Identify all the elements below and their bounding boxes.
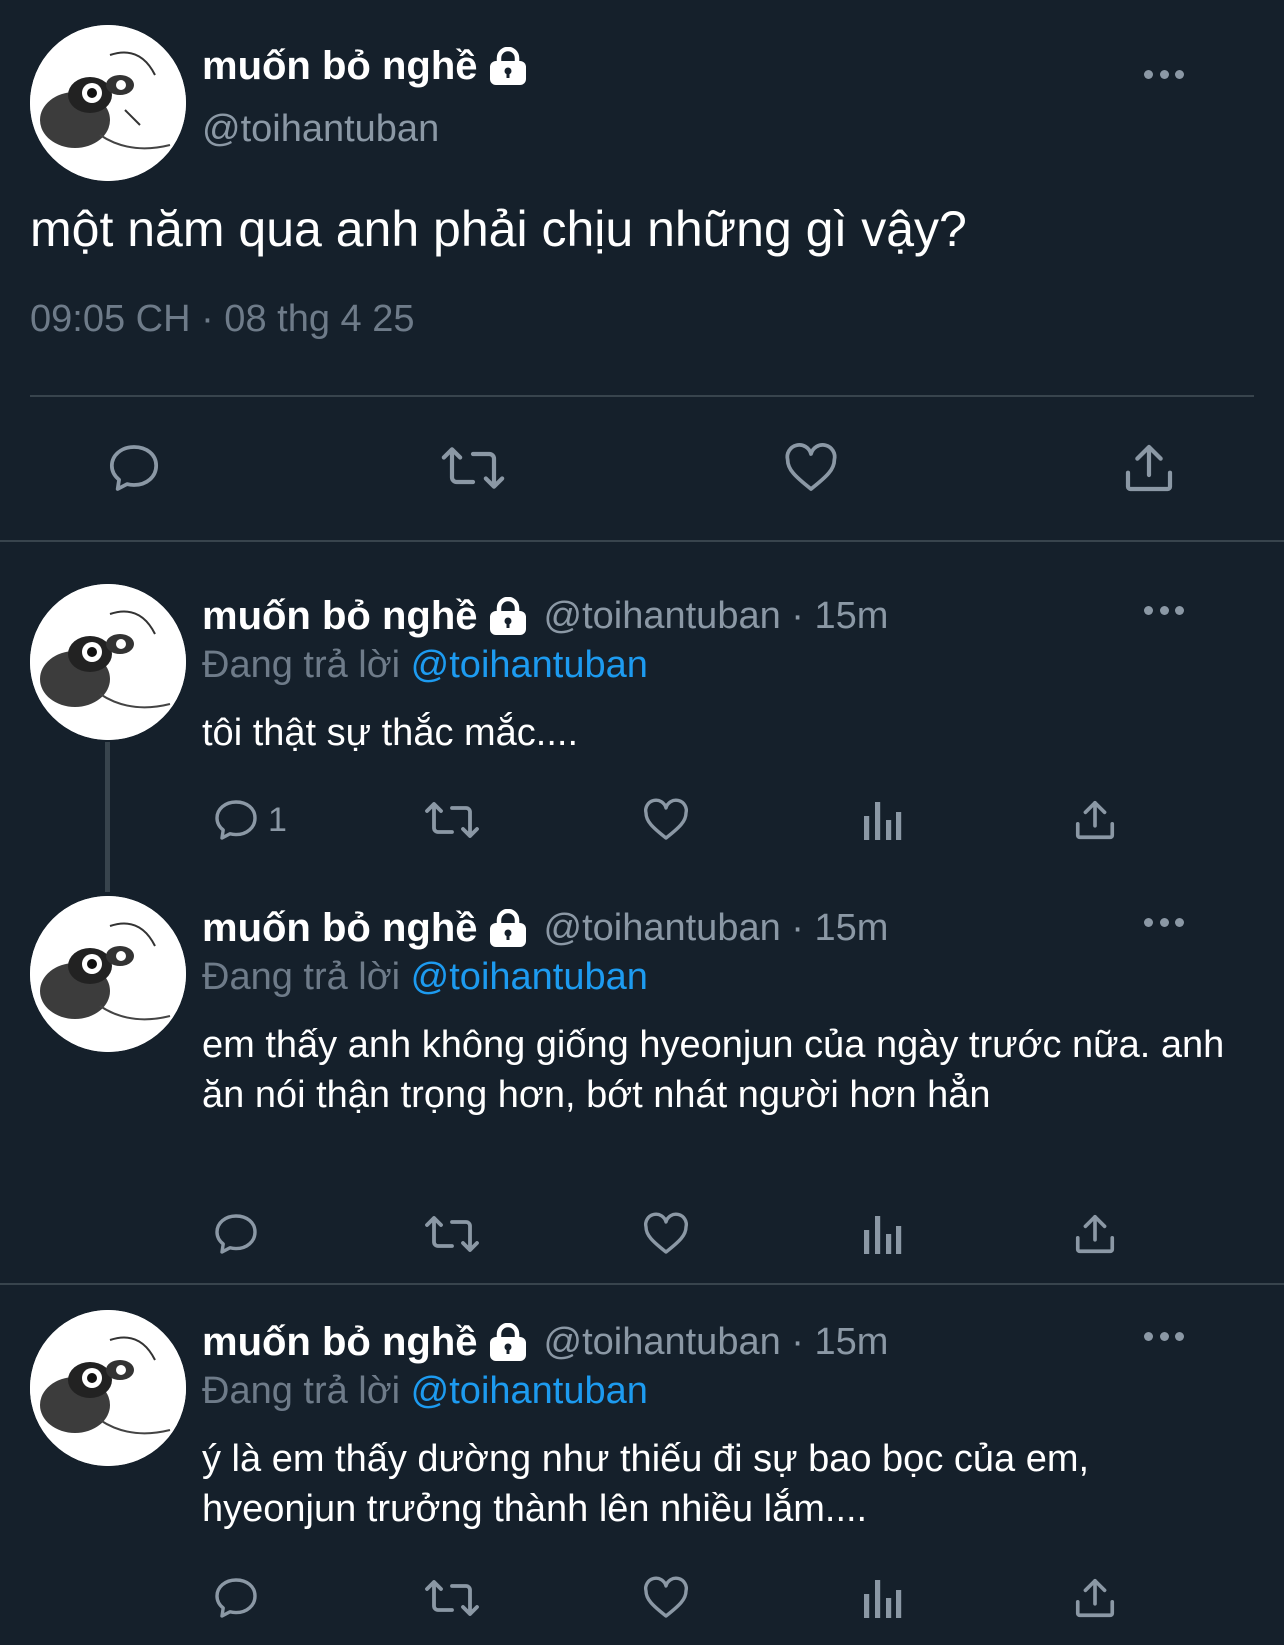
share-icon (1075, 800, 1115, 840)
share-button[interactable] (1072, 1574, 1118, 1622)
tweet-text: ý là em thấy dường như thiếu đi sự bao b… (202, 1438, 1090, 1530)
divider (0, 1283, 1284, 1285)
avatar[interactable] (30, 1310, 186, 1466)
views-button[interactable] (860, 796, 904, 844)
reply-button[interactable] (106, 440, 162, 496)
display-name[interactable]: muốn bỏ nghề (202, 44, 528, 89)
mention-link[interactable]: @toihantuban (411, 1370, 648, 1412)
more-options-icon[interactable] (1144, 68, 1184, 80)
retweet-icon (425, 1580, 479, 1616)
avatar[interactable] (30, 25, 186, 181)
mention-link[interactable]: @toihantuban (411, 956, 648, 998)
divider (30, 395, 1254, 397)
retweet-button[interactable] (424, 1210, 480, 1258)
share-button[interactable] (1072, 1210, 1118, 1258)
lock-icon (488, 596, 528, 637)
share-button[interactable] (1120, 440, 1178, 496)
reply-count: 1 (268, 800, 287, 839)
reply-button[interactable] (212, 1210, 260, 1258)
replying-to: Đang trả lời @toihantuban (202, 644, 648, 687)
share-button[interactable] (1072, 796, 1118, 844)
share-icon (1075, 1578, 1115, 1618)
reply-icon (109, 445, 159, 491)
display-name-text: muốn bỏ nghề (202, 594, 478, 638)
more-options-icon[interactable] (1144, 1330, 1184, 1342)
thread-connector-line (105, 742, 110, 892)
replying-to: Đang trả lời @toihantuban (202, 1370, 648, 1413)
share-icon (1075, 1214, 1115, 1254)
handle-and-time[interactable]: @toihantuban · 15m (544, 907, 889, 950)
reply-icon (215, 800, 257, 840)
reply-icon (215, 1578, 257, 1618)
like-icon (785, 443, 837, 491)
share-icon (1125, 444, 1173, 492)
retweet-button[interactable] (424, 1574, 480, 1622)
more-options-icon[interactable] (1144, 604, 1184, 616)
display-name-text: muốn bỏ nghề (202, 906, 478, 950)
tweet-text: một năm qua anh phải chịu những gì vậy? (30, 201, 967, 257)
retweet-button[interactable] (424, 796, 480, 844)
display-name-text: muốn bỏ nghề (202, 1320, 478, 1364)
reply-button[interactable]: 1 (212, 796, 287, 844)
handle[interactable]: @toihantuban (202, 108, 439, 151)
display-name[interactable]: muốn bỏ nghề (202, 906, 528, 951)
replying-prefix: Đang trả lời (202, 1370, 401, 1412)
reply-button[interactable] (212, 1574, 260, 1622)
display-name[interactable]: muốn bỏ nghề (202, 1320, 528, 1365)
like-button[interactable] (642, 1574, 690, 1622)
views-icon (864, 1580, 902, 1618)
reply-header: muốn bỏ nghề @toihantuban · 15m (202, 1320, 888, 1365)
handle-and-time[interactable]: @toihantuban · 15m (544, 1321, 889, 1364)
handle-and-time[interactable]: @toihantuban · 15m (544, 595, 889, 638)
retweet-icon (441, 447, 505, 489)
retweet-icon (425, 802, 479, 838)
lock-icon (488, 1322, 528, 1363)
display-name[interactable]: muốn bỏ nghề (202, 594, 528, 639)
replying-prefix: Đang trả lời (202, 956, 401, 998)
replying-prefix: Đang trả lời (202, 644, 401, 686)
views-button[interactable] (860, 1574, 904, 1622)
retweet-icon (425, 1216, 479, 1252)
like-button[interactable] (782, 440, 840, 496)
reply-header: muốn bỏ nghề @toihantuban · 15m (202, 594, 888, 639)
more-options-icon[interactable] (1144, 916, 1184, 928)
views-button[interactable] (860, 1210, 904, 1258)
tweet-text: tôi thật sự thắc mắc.... (202, 712, 579, 754)
avatar[interactable] (30, 896, 186, 1052)
replying-to: Đang trả lời @toihantuban (202, 956, 648, 999)
like-icon (644, 798, 688, 840)
like-button[interactable] (642, 796, 690, 844)
lock-icon (488, 46, 528, 87)
views-icon (864, 1216, 902, 1254)
reply-icon (215, 1214, 257, 1254)
tweet-thread-view: muốn bỏ nghề @toihantuban một năm qua an… (0, 0, 1284, 1645)
mention-link[interactable]: @toihantuban (411, 644, 648, 686)
display-name-text: muốn bỏ nghề (202, 44, 478, 88)
like-icon (644, 1212, 688, 1254)
reply-header: muốn bỏ nghề @toihantuban · 15m (202, 906, 888, 951)
divider (0, 540, 1284, 542)
tweet-timestamp[interactable]: 09:05 CH · 08 thg 4 25 (30, 298, 414, 341)
tweet-text: em thấy anh không giống hyeonjun của ngà… (202, 1024, 1225, 1116)
like-icon (644, 1576, 688, 1618)
retweet-button[interactable] (440, 440, 506, 496)
avatar[interactable] (30, 584, 186, 740)
views-icon (864, 802, 902, 840)
like-button[interactable] (642, 1210, 690, 1258)
lock-icon (488, 908, 528, 949)
